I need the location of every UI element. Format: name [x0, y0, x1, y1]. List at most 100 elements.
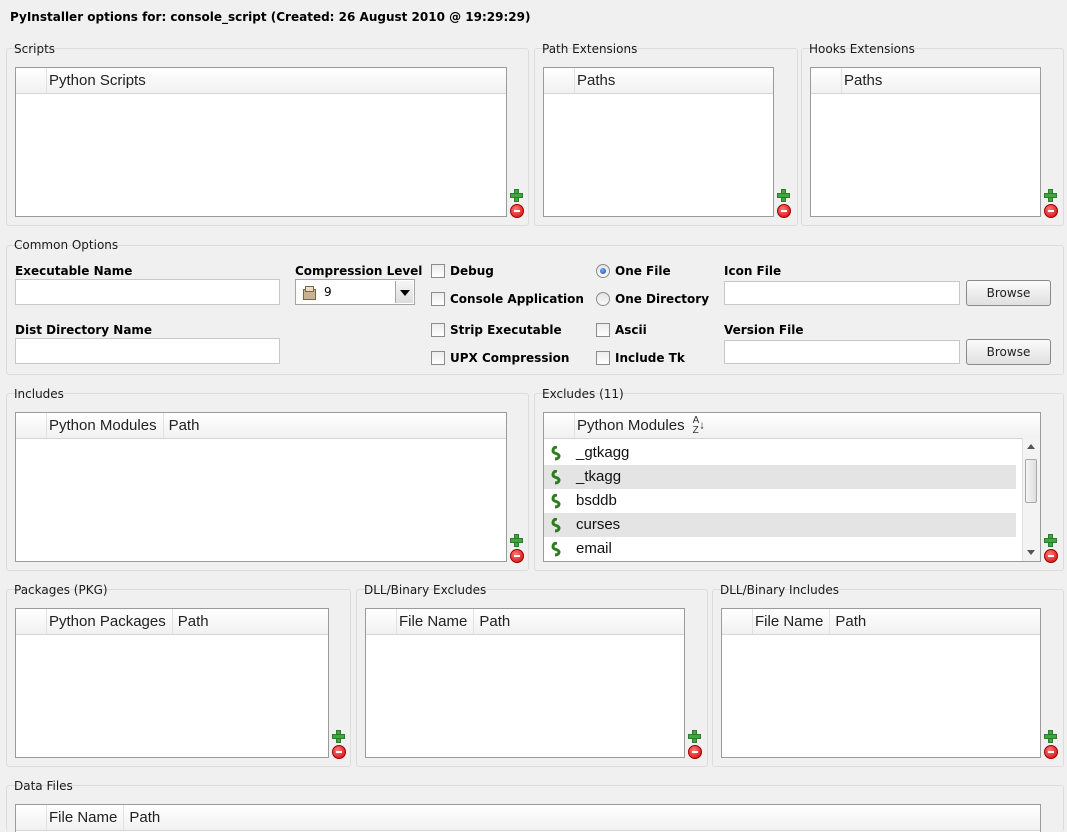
ascii-label[interactable]: Ascii — [615, 323, 647, 337]
column-header-python-modules[interactable]: Python Modules — [47, 413, 164, 438]
path-extensions-table[interactable]: Paths — [543, 67, 774, 217]
path-extensions-group-label: Path Extensions — [542, 42, 638, 56]
compression-package-icon — [302, 285, 316, 300]
column-header-file-name[interactable]: File Name — [47, 805, 125, 830]
column-header-python-modules-label: Python Modules — [577, 417, 685, 434]
icon-file-input[interactable] — [724, 281, 960, 305]
console-application-checkbox[interactable] — [431, 292, 445, 306]
version-file-label: Version File — [724, 323, 804, 337]
one-file-label[interactable]: One File — [615, 264, 671, 278]
includes-table[interactable]: Python Modules Path — [15, 412, 507, 562]
path-extensions-add-icon[interactable] — [777, 189, 790, 202]
packages-table[interactable]: Python Packages Path — [15, 608, 329, 758]
excludes-table-header: Python Modules A Z↓ — [544, 413, 1040, 439]
scripts-table[interactable]: Python Scripts — [15, 67, 507, 217]
hooks-extensions-add-icon[interactable] — [1044, 189, 1057, 202]
column-header-paths[interactable]: Paths — [575, 68, 621, 93]
scripts-group-label: Scripts — [14, 42, 56, 56]
window-title: PyInstaller options for: console_script … — [10, 10, 531, 24]
one-directory-radio[interactable] — [596, 292, 610, 306]
column-header-file-name[interactable]: File Name — [397, 609, 475, 634]
list-item[interactable]: curses — [544, 513, 1016, 537]
path-extensions-table-header: Paths — [544, 68, 773, 94]
dll-excludes-group-label: DLL/Binary Excludes — [364, 583, 487, 597]
sort-arrow-icon: ↓ — [699, 419, 705, 432]
compression-level-select[interactable]: 9 — [295, 279, 415, 305]
strip-executable-checkbox[interactable] — [431, 323, 445, 337]
column-header-python-scripts[interactable]: Python Scripts — [47, 68, 152, 93]
dist-directory-name-label: Dist Directory Name — [15, 323, 153, 337]
column-header-python-packages[interactable]: Python Packages — [47, 609, 173, 634]
chevron-down-icon[interactable] — [395, 281, 413, 303]
list-item[interactable]: _gtkagg — [544, 441, 1016, 465]
excludes-remove-icon[interactable] — [1044, 549, 1058, 563]
upx-compression-checkbox[interactable] — [431, 351, 445, 365]
scripts-table-header: Python Scripts — [16, 68, 506, 94]
column-header-path[interactable]: Path — [173, 609, 215, 634]
include-tk-label[interactable]: Include Tk — [615, 351, 685, 365]
version-file-browse-button[interactable]: Browse — [966, 339, 1051, 365]
dll-includes-table[interactable]: File Name Path — [721, 608, 1041, 758]
list-item-label: _tkagg — [576, 468, 622, 485]
ascii-checkbox[interactable] — [596, 323, 610, 337]
hooks-extensions-group-label: Hooks Extensions — [809, 42, 915, 56]
scrollbar-thumb[interactable] — [1025, 459, 1037, 503]
strip-executable-label[interactable]: Strip Executable — [450, 323, 562, 337]
common-options-group-label: Common Options — [14, 238, 119, 252]
executable-name-input[interactable] — [15, 279, 280, 305]
list-item-label: _gtkagg — [576, 444, 630, 461]
packages-add-icon[interactable] — [332, 730, 345, 743]
debug-label[interactable]: Debug — [450, 264, 494, 278]
column-header-paths[interactable]: Paths — [842, 68, 888, 93]
scripts-remove-icon[interactable] — [510, 204, 524, 218]
dll-includes-table-header: File Name Path — [722, 609, 1040, 635]
executable-name-label: Executable Name — [15, 264, 133, 278]
excludes-add-icon[interactable] — [1044, 534, 1057, 547]
excludes-scrollbar[interactable] — [1022, 438, 1040, 561]
list-item[interactable]: _tkagg — [544, 465, 1016, 489]
dll-includes-group-label: DLL/Binary Includes — [720, 583, 839, 597]
packages-remove-icon[interactable] — [332, 745, 346, 759]
hooks-extensions-remove-icon[interactable] — [1044, 204, 1058, 218]
python-module-icon — [551, 470, 561, 485]
dll-includes-remove-icon[interactable] — [1044, 745, 1058, 759]
python-module-icon — [551, 446, 561, 461]
column-header-path[interactable]: Path — [474, 609, 516, 634]
compression-level-label: Compression Level — [295, 264, 423, 278]
column-header-path[interactable]: Path — [164, 413, 206, 438]
scripts-add-icon[interactable] — [510, 189, 523, 202]
debug-checkbox[interactable] — [431, 264, 445, 278]
column-header-path[interactable]: Path — [124, 805, 166, 830]
python-module-icon — [551, 542, 561, 557]
dll-excludes-table[interactable]: File Name Path — [365, 608, 685, 758]
upx-compression-label[interactable]: UPX Compression — [450, 351, 569, 365]
one-directory-label[interactable]: One Directory — [615, 292, 709, 306]
one-file-radio[interactable] — [596, 264, 610, 278]
icon-file-browse-button[interactable]: Browse — [966, 280, 1051, 306]
list-item[interactable]: email — [544, 537, 1016, 561]
includes-add-icon[interactable] — [510, 534, 523, 547]
version-file-input[interactable] — [724, 340, 960, 364]
list-item[interactable]: bsddb — [544, 489, 1016, 513]
path-extensions-remove-icon[interactable] — [777, 204, 791, 218]
column-header-file-name[interactable]: File Name — [753, 609, 831, 634]
column-header-path[interactable]: Path — [830, 609, 872, 634]
column-header-python-modules[interactable]: Python Modules A Z↓ — [575, 413, 711, 438]
compression-level-value: 9 — [324, 285, 332, 299]
console-application-label[interactable]: Console Application — [450, 292, 584, 306]
dist-directory-name-input[interactable] — [15, 338, 280, 364]
include-tk-checkbox[interactable] — [596, 351, 610, 365]
scroll-up-icon[interactable] — [1027, 444, 1035, 449]
dll-excludes-add-icon[interactable] — [688, 730, 701, 743]
data-files-group-label: Data Files — [14, 779, 73, 793]
hooks-extensions-table[interactable]: Paths — [810, 67, 1041, 217]
scroll-down-icon[interactable] — [1027, 550, 1035, 555]
dll-includes-add-icon[interactable] — [1044, 730, 1057, 743]
includes-remove-icon[interactable] — [510, 549, 524, 563]
list-item-label: bsddb — [576, 492, 617, 509]
dll-excludes-remove-icon[interactable] — [688, 745, 702, 759]
list-item-label: email — [576, 540, 612, 557]
excludes-table[interactable]: Python Modules A Z↓ _gtkagg _tkagg bsddb c… — [543, 412, 1041, 562]
python-module-icon — [551, 518, 561, 533]
data-files-table[interactable]: File Name Path — [15, 804, 1041, 832]
